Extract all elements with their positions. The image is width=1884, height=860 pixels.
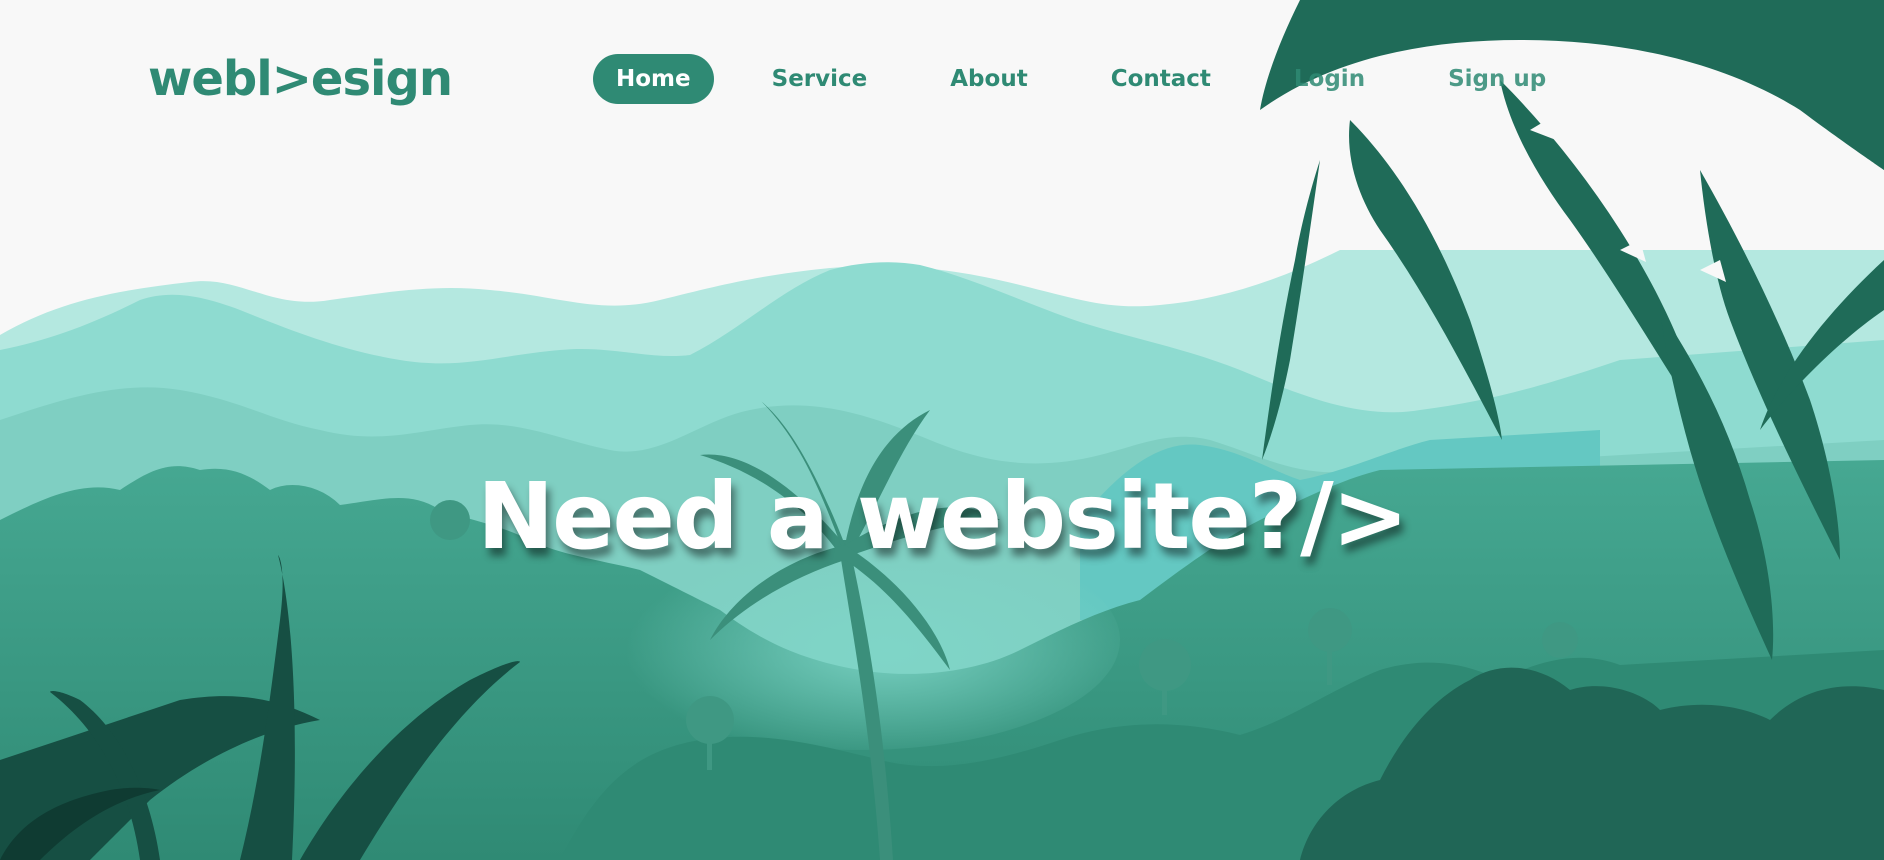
- hero-headline: Need a website?/>: [477, 463, 1409, 570]
- nav-contact[interactable]: Contact: [1086, 54, 1236, 104]
- brand-logo[interactable]: webl>esign: [148, 46, 453, 112]
- nav-about[interactable]: About: [925, 54, 1052, 104]
- nav-home[interactable]: Home: [593, 54, 714, 104]
- nav-signup[interactable]: Sign up: [1423, 54, 1571, 104]
- main-nav: Home Service About Contact Login Sign up: [593, 54, 1604, 104]
- nav-service[interactable]: Service: [747, 54, 893, 104]
- nav-login[interactable]: Login: [1269, 54, 1390, 104]
- jungle-landscape-illustration: [0, 0, 1884, 860]
